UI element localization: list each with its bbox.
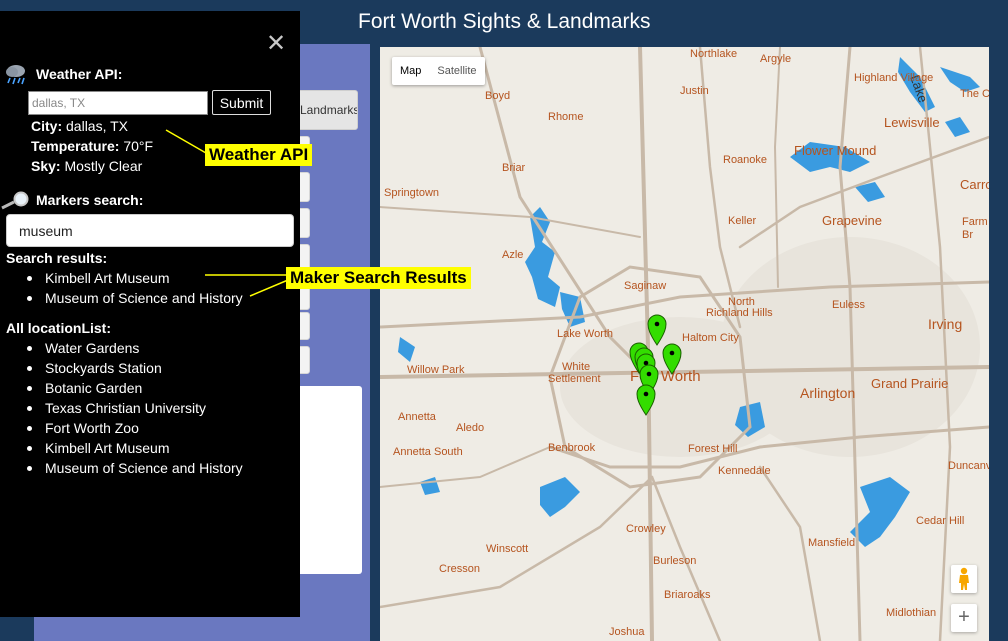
location-item[interactable]: Kimbell Art Museum (24, 438, 243, 458)
place-label: Rhome (548, 111, 583, 123)
zoom-in-button[interactable]: + (951, 604, 977, 632)
place-label: Settlement (548, 373, 601, 385)
map-canvas[interactable]: Northlake Argyle Lake Highland Village T… (380, 47, 989, 641)
place-label: Argyle (760, 53, 791, 65)
map-panel[interactable]: Northlake Argyle Lake Highland Village T… (380, 47, 989, 641)
place-label: Springtown (384, 187, 439, 199)
place-label: Aledo (456, 422, 484, 434)
place-label: Keller (728, 215, 756, 227)
location-item[interactable]: Stockyards Station (24, 358, 243, 378)
place-label: Br (962, 229, 973, 241)
location-item[interactable]: Museum of Science and History (24, 458, 243, 478)
place-label: Cresson (439, 563, 480, 575)
place-label: Farm (962, 216, 988, 228)
place-label: Forest Hill (688, 443, 738, 455)
all-locations-list: Water Gardens Stockyards Station Botanic… (24, 338, 243, 478)
place-label: White (562, 361, 590, 373)
place-label: Lewisville (884, 115, 940, 130)
place-label: Burleson (653, 555, 696, 567)
weather-api-callout: Weather API (205, 144, 313, 166)
map-type-control[interactable]: Map Satellite (392, 57, 485, 85)
place-label: Richland Hills (706, 307, 773, 319)
list-panel (296, 386, 362, 574)
place-label: Willow Park (407, 364, 465, 376)
street-view-pegman-button[interactable] (951, 565, 977, 593)
temperature-label: Temperature: (31, 138, 120, 154)
city-input[interactable] (28, 91, 208, 115)
temperature-value: 70°F (123, 138, 154, 154)
city-label: City: (31, 118, 63, 134)
place-label: Boyd (485, 90, 510, 102)
city-value: dallas, TX (66, 118, 129, 134)
place-label: Joshua (609, 626, 645, 638)
landmarks-button[interactable]: Landmarks (296, 90, 358, 130)
location-item[interactable]: Texas Christian University (24, 398, 243, 418)
all-locations-title: All locationList: (6, 320, 111, 336)
place-label: Carro (960, 177, 989, 192)
close-icon[interactable]: ✕ (266, 32, 286, 56)
temperature-row: Temperature: 70°F (31, 138, 153, 154)
place-label: Justin (680, 85, 709, 97)
place-label: Briaroaks (664, 589, 711, 601)
side-drawer: ✕ Weather API: Submit City: dallas, TX T… (0, 11, 300, 617)
place-label: Mansfield (808, 537, 855, 549)
city-row: City: dallas, TX (31, 118, 128, 134)
submit-button[interactable]: Submit (212, 90, 271, 115)
place-label: Roanoke (723, 154, 767, 166)
place-label: Azle (502, 249, 523, 261)
place-label: Benbrook (548, 442, 596, 454)
location-item[interactable]: Water Gardens (24, 338, 243, 358)
place-label: Annetta South (393, 446, 463, 458)
place-label: Saginaw (624, 280, 666, 292)
place-label: Arlington (800, 385, 855, 401)
page-title: Fort Worth Sights & Landmarks (358, 10, 651, 33)
markers-search-input[interactable] (6, 214, 294, 247)
search-result-item[interactable]: Kimbell Art Museum (24, 268, 243, 288)
place-label: Winscott (486, 543, 528, 555)
location-item[interactable]: Botanic Garden (24, 378, 243, 398)
place-label: Midlothian (886, 607, 936, 619)
rain-cloud-icon (6, 65, 25, 85)
place-label: Flower Mound (794, 143, 876, 158)
place-label: Kennedale (718, 465, 771, 477)
map-type-map-button[interactable]: Map (392, 57, 429, 85)
place-label: Annetta (398, 411, 437, 423)
place-label: Cedar Hill (916, 515, 964, 527)
map-type-satellite-button[interactable]: Satellite (429, 57, 484, 85)
place-label: Irving (928, 316, 962, 332)
markers-search-title: Markers search: (36, 192, 144, 208)
search-results-title: Search results: (6, 250, 108, 266)
location-item[interactable]: Fort Worth Zoo (24, 418, 243, 438)
place-label: Grapevine (822, 213, 882, 228)
place-label: Northlake (690, 48, 737, 60)
sky-row: Sky: Mostly Clear (31, 158, 142, 174)
place-label: Haltom City (682, 332, 739, 344)
magnifier-icon (1, 191, 29, 210)
sky-value: Mostly Clear (64, 158, 143, 174)
search-results-list: Kimbell Art Museum Museum of Science and… (24, 268, 243, 308)
place-label: The C (960, 88, 989, 100)
place-label: Briar (502, 162, 526, 174)
weather-section-title: Weather API: (36, 66, 123, 82)
place-label: Lake Worth (557, 328, 613, 340)
place-label: Euless (832, 299, 866, 311)
search-result-item[interactable]: Museum of Science and History (24, 288, 243, 308)
place-label: Duncanv (948, 460, 989, 472)
place-label: Grand Prairie (871, 376, 948, 391)
place-label: Highland Village (854, 72, 933, 84)
sky-label: Sky: (31, 158, 61, 174)
place-label: Crowley (626, 523, 666, 535)
pegman-icon (959, 567, 969, 590)
marker-search-results-callout: Maker Search Results (286, 267, 471, 289)
